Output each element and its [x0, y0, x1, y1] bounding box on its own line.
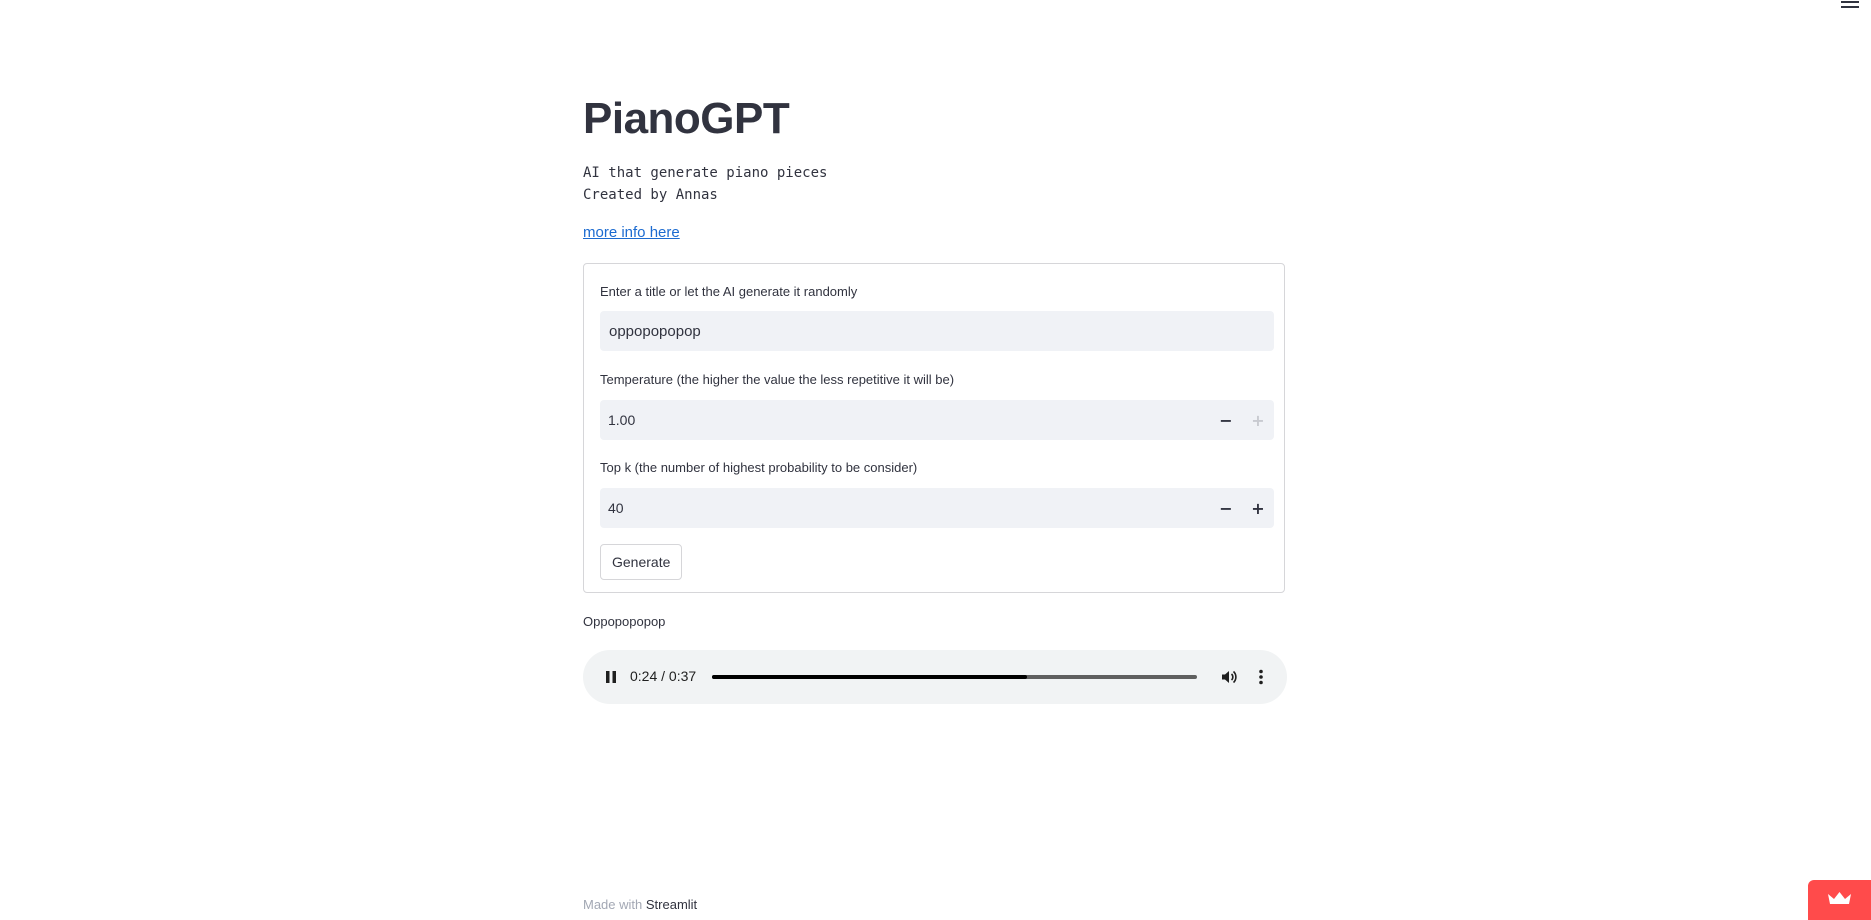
page-title: PianoGPT	[583, 94, 790, 143]
topk-decrement-button[interactable]: −	[1210, 488, 1242, 528]
footer: Made with Streamlit	[583, 897, 697, 912]
audio-player: 0:24 / 0:37	[583, 650, 1287, 704]
generation-form: Enter a title or let the AI generate it …	[583, 263, 1285, 593]
audio-progress-fill	[712, 675, 1027, 679]
footer-brand-link[interactable]: Streamlit	[646, 897, 697, 912]
title-input[interactable]	[600, 311, 1274, 351]
page: PianoGPT AI that generate piano pieces C…	[0, 0, 1871, 920]
crown-icon	[1828, 892, 1851, 904]
temperature-stepper: − +	[600, 400, 1274, 440]
generate-button[interactable]: Generate	[600, 544, 683, 580]
pause-icon[interactable]	[601, 667, 621, 687]
more-vertical-icon[interactable]	[1251, 667, 1271, 687]
more-info-link[interactable]: more info here	[583, 224, 680, 241]
title-field-label: Enter a title or let the AI generate it …	[600, 284, 858, 299]
volume-icon[interactable]	[1219, 667, 1239, 687]
temperature-field-label: Temperature (the higher the value the le…	[600, 372, 955, 387]
topk-field-label: Top k (the number of highest probability…	[600, 460, 918, 475]
streamlit-badge[interactable]	[1808, 880, 1871, 920]
topk-input[interactable]	[600, 488, 1190, 528]
hamburger-icon[interactable]	[1841, 0, 1859, 8]
temperature-input[interactable]	[600, 400, 1190, 440]
audio-title: Oppopopopop	[583, 614, 666, 629]
temperature-increment-button[interactable]: +	[1242, 400, 1274, 440]
topk-increment-button[interactable]: +	[1242, 488, 1274, 528]
audio-time: 0:24 / 0:37	[630, 668, 697, 684]
app-description: AI that generate piano pieces Created by…	[583, 165, 828, 203]
audio-seek-bar[interactable]	[712, 675, 1197, 679]
temperature-decrement-button[interactable]: −	[1210, 400, 1242, 440]
topk-stepper: − +	[600, 488, 1274, 528]
footer-made-with: Made with	[583, 897, 646, 912]
